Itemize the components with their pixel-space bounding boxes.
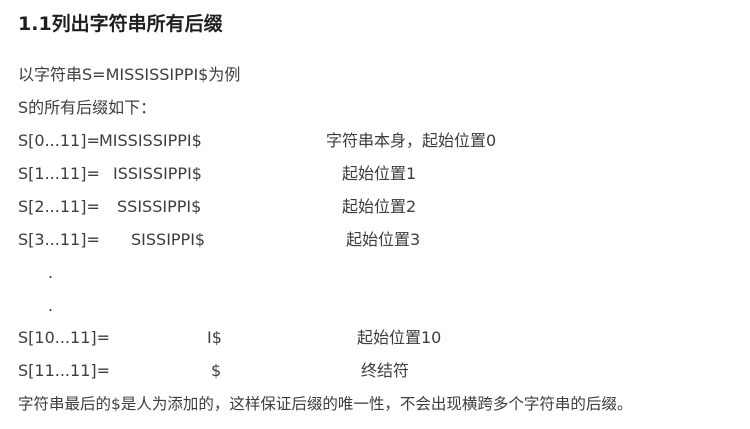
suffix-note: 字符串本身，起始位置0 (326, 131, 497, 150)
suffix-index: S[0...11]= (18, 131, 100, 150)
suffix-note: 起始位置1 (342, 164, 417, 183)
suffix-index: S[11...11]= (18, 361, 111, 380)
suffix-string: I$ (207, 328, 222, 347)
ellipsis-dot: . (48, 263, 54, 282)
suffix-index: S[10...11]= (18, 328, 111, 347)
suffix-index: S[1...11]= (18, 164, 100, 183)
suffix-string: SISSIPPI$ (131, 230, 206, 249)
suffix-string: $ (211, 361, 222, 380)
intro-text-2: S的所有后缀如下： (18, 98, 157, 117)
intro-text: 以字符串S=MISSISSIPPI$为例 (18, 65, 241, 84)
ellipsis-dot: . (48, 296, 54, 315)
suffix-index: S[2...11]= (18, 197, 100, 216)
suffix-index: S[3...11]= (18, 230, 100, 249)
suffix-string: ISSISSIPPI$ (113, 164, 202, 183)
suffix-string: SSISSIPPI$ (117, 197, 202, 216)
suffix-note: 起始位置2 (342, 197, 417, 216)
footer-text: 字符串最后的$是人为添加的，这样保证后缀的唯一性，不会出现横跨多个字符串的后缀。 (18, 395, 633, 413)
suffix-string: MISSISSIPPI$ (99, 131, 202, 150)
section-heading: 1.1列出字符串所有后缀 (18, 13, 223, 35)
suffix-note: 终结符 (361, 361, 410, 380)
suffix-note: 起始位置3 (346, 230, 421, 249)
suffix-note: 起始位置10 (357, 328, 442, 347)
